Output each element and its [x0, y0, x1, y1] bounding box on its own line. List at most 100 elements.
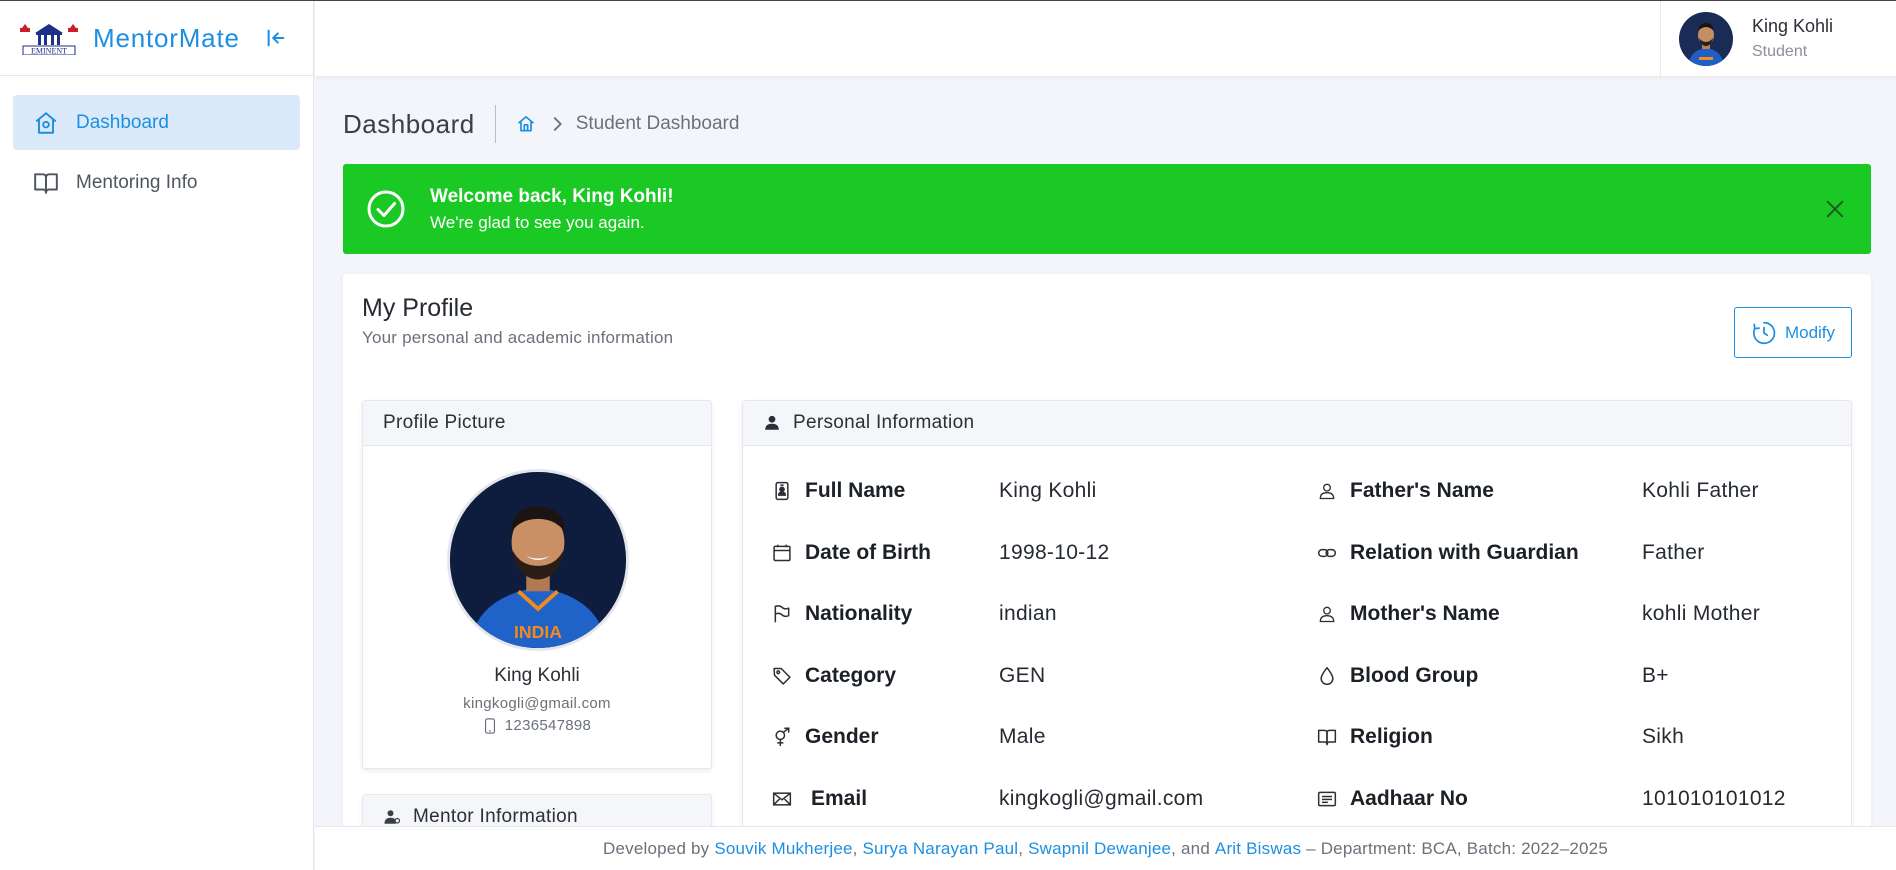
flag-icon	[771, 603, 793, 625]
profile-photo: INDIA	[447, 469, 629, 651]
field-value: GEN	[999, 664, 1046, 687]
alert-text: Welcome back, King Kohli! We're glad to …	[430, 186, 674, 233]
profile-photo-image: INDIA	[450, 472, 626, 648]
field-label: Aadhaar No	[1350, 787, 1468, 810]
field-label: Nationality	[805, 602, 913, 625]
person-icon	[1316, 480, 1338, 502]
field-value: Male	[999, 725, 1046, 748]
field-value: B+	[1642, 664, 1669, 687]
droplet-icon	[1316, 665, 1338, 687]
svg-text:EMINENT: EMINENT	[31, 47, 67, 56]
chevron-right-icon	[553, 116, 562, 132]
book-icon	[34, 172, 58, 194]
developer-link[interactable]: Arit Biswas	[1215, 839, 1301, 859]
sidebar: EMINENT MentorMate Dashboard Mentoring I…	[0, 1, 314, 870]
info-field: Relation with Guardian	[1316, 533, 1579, 573]
clock-icon	[1752, 321, 1776, 344]
field-value: Father	[1642, 541, 1705, 564]
breadcrumb-current: Student Dashboard	[575, 113, 740, 134]
panel-header: Personal Information	[743, 401, 1851, 446]
home-icon	[35, 111, 57, 134]
brand: EMINENT MentorMate	[0, 1, 313, 76]
sidebar-item-label: Mentoring Info	[76, 171, 198, 193]
user-menu[interactable]: King Kohli Student	[1660, 1, 1896, 76]
footer-prefix: Developed by	[603, 838, 710, 858]
sidebar-item-mentoring-info[interactable]: Mentoring Info	[13, 155, 300, 210]
field-value: kohli Mother	[1642, 602, 1760, 625]
developer-link[interactable]: Surya Narayan Paul	[863, 839, 1019, 859]
close-alert-button[interactable]	[1816, 190, 1854, 228]
alert-message: We're glad to see you again.	[430, 212, 645, 232]
info-row: Date of Birth 1998-10-12 Relation with G…	[743, 533, 1851, 573]
modify-label: Modify	[1784, 322, 1836, 342]
collapse-left-icon	[267, 29, 285, 47]
panel-title: Profile Picture	[383, 412, 506, 433]
field-label: Email	[811, 787, 868, 810]
panel-title: Mentor Information	[413, 806, 578, 827]
page-title: Dashboard	[343, 108, 475, 139]
user-info: King Kohli Student	[1752, 16, 1833, 61]
modify-button[interactable]: Modify	[1734, 307, 1852, 358]
personal-information-panel: Personal Information Full Name King Kohl…	[742, 400, 1852, 840]
profile-title: My Profile	[362, 294, 474, 322]
field-value: King Kohli	[999, 479, 1097, 502]
profile-card: My Profile Your personal and academic in…	[343, 274, 1871, 854]
avatar-image	[1679, 11, 1733, 66]
user-name: King Kohli	[1752, 16, 1834, 36]
info-row: Full Name King Kohli Father's Name Kohli…	[743, 471, 1851, 511]
link-icon	[1316, 542, 1338, 564]
person-icon	[765, 415, 779, 430]
book-icon	[1316, 726, 1338, 748]
info-row: Nationality indian Mother's Name kohli M…	[743, 594, 1851, 634]
info-field: Gender	[771, 717, 879, 757]
sidebar-item-label: Dashboard	[76, 111, 169, 133]
top-header: King Kohli Student	[315, 1, 1896, 76]
info-field: Blood Group	[1316, 656, 1478, 696]
field-label: Religion	[1350, 725, 1433, 748]
profile-header: My Profile Your personal and academic in…	[362, 294, 673, 348]
welcome-alert: Welcome back, King Kohli! We're glad to …	[343, 164, 1871, 254]
panel-title: Personal Information	[793, 412, 975, 433]
sidebar-item-dashboard[interactable]: Dashboard	[13, 95, 300, 150]
profile-subtitle: Your personal and academic information	[362, 328, 674, 347]
phone-number: 1236547898	[504, 717, 592, 734]
profile-name: King Kohli	[494, 665, 580, 686]
field-label: Date of Birth	[805, 541, 931, 564]
field-value: kingkogli@gmail.com	[999, 787, 1204, 810]
field-value: 101010101012	[1642, 787, 1786, 810]
field-value: Kohli Father	[1642, 479, 1759, 502]
info-row: Email kingkogli@gmail.com Aadhaar No 101…	[743, 779, 1851, 819]
phone-icon	[484, 717, 495, 734]
calendar-icon	[771, 542, 793, 564]
developer-link[interactable]: Swapnil Dewanjee	[1028, 839, 1171, 859]
breadcrumb: Dashboard Student Dashboard	[343, 104, 739, 144]
collapse-sidebar-button[interactable]	[264, 26, 288, 50]
info-field: Full Name	[771, 471, 905, 511]
info-field: Aadhaar No	[1316, 779, 1468, 819]
eminent-logo: EMINENT	[20, 24, 78, 56]
check-circle-icon	[367, 190, 405, 228]
footer-suffix: – Department: BCA, Batch: 2022–2025	[1306, 838, 1608, 858]
field-label: Full Name	[805, 479, 906, 502]
info-field: Father's Name	[1316, 471, 1494, 511]
profile-picture-panel: Profile Picture INDIA King Kohli kingkog…	[362, 400, 712, 769]
home-icon[interactable]	[516, 114, 536, 134]
person-icon	[1316, 603, 1338, 625]
profile-email: kingkogli@gmail.com	[463, 695, 611, 712]
info-field: Date of Birth	[771, 533, 931, 573]
info-row: Category GEN Blood Group B+	[743, 656, 1851, 696]
field-label: Category	[805, 664, 897, 687]
info-field: Religion	[1316, 717, 1433, 757]
close-icon	[1826, 200, 1844, 218]
alert-title: Welcome back, King Kohli!	[430, 185, 674, 207]
id-badge-icon	[771, 480, 793, 502]
info-field: Nationality	[771, 594, 912, 634]
info-field: Email	[771, 779, 867, 819]
tag-icon	[771, 665, 793, 687]
field-value: 1998-10-12	[999, 541, 1110, 564]
developer-link[interactable]: Souvik Mukherjee	[714, 839, 852, 859]
user-role: Student	[1752, 43, 1808, 60]
footer: Developed by Souvik Mukherjee, Surya Nar…	[315, 826, 1896, 870]
field-label: Blood Group	[1350, 664, 1479, 687]
field-label: Father's Name	[1350, 479, 1494, 502]
